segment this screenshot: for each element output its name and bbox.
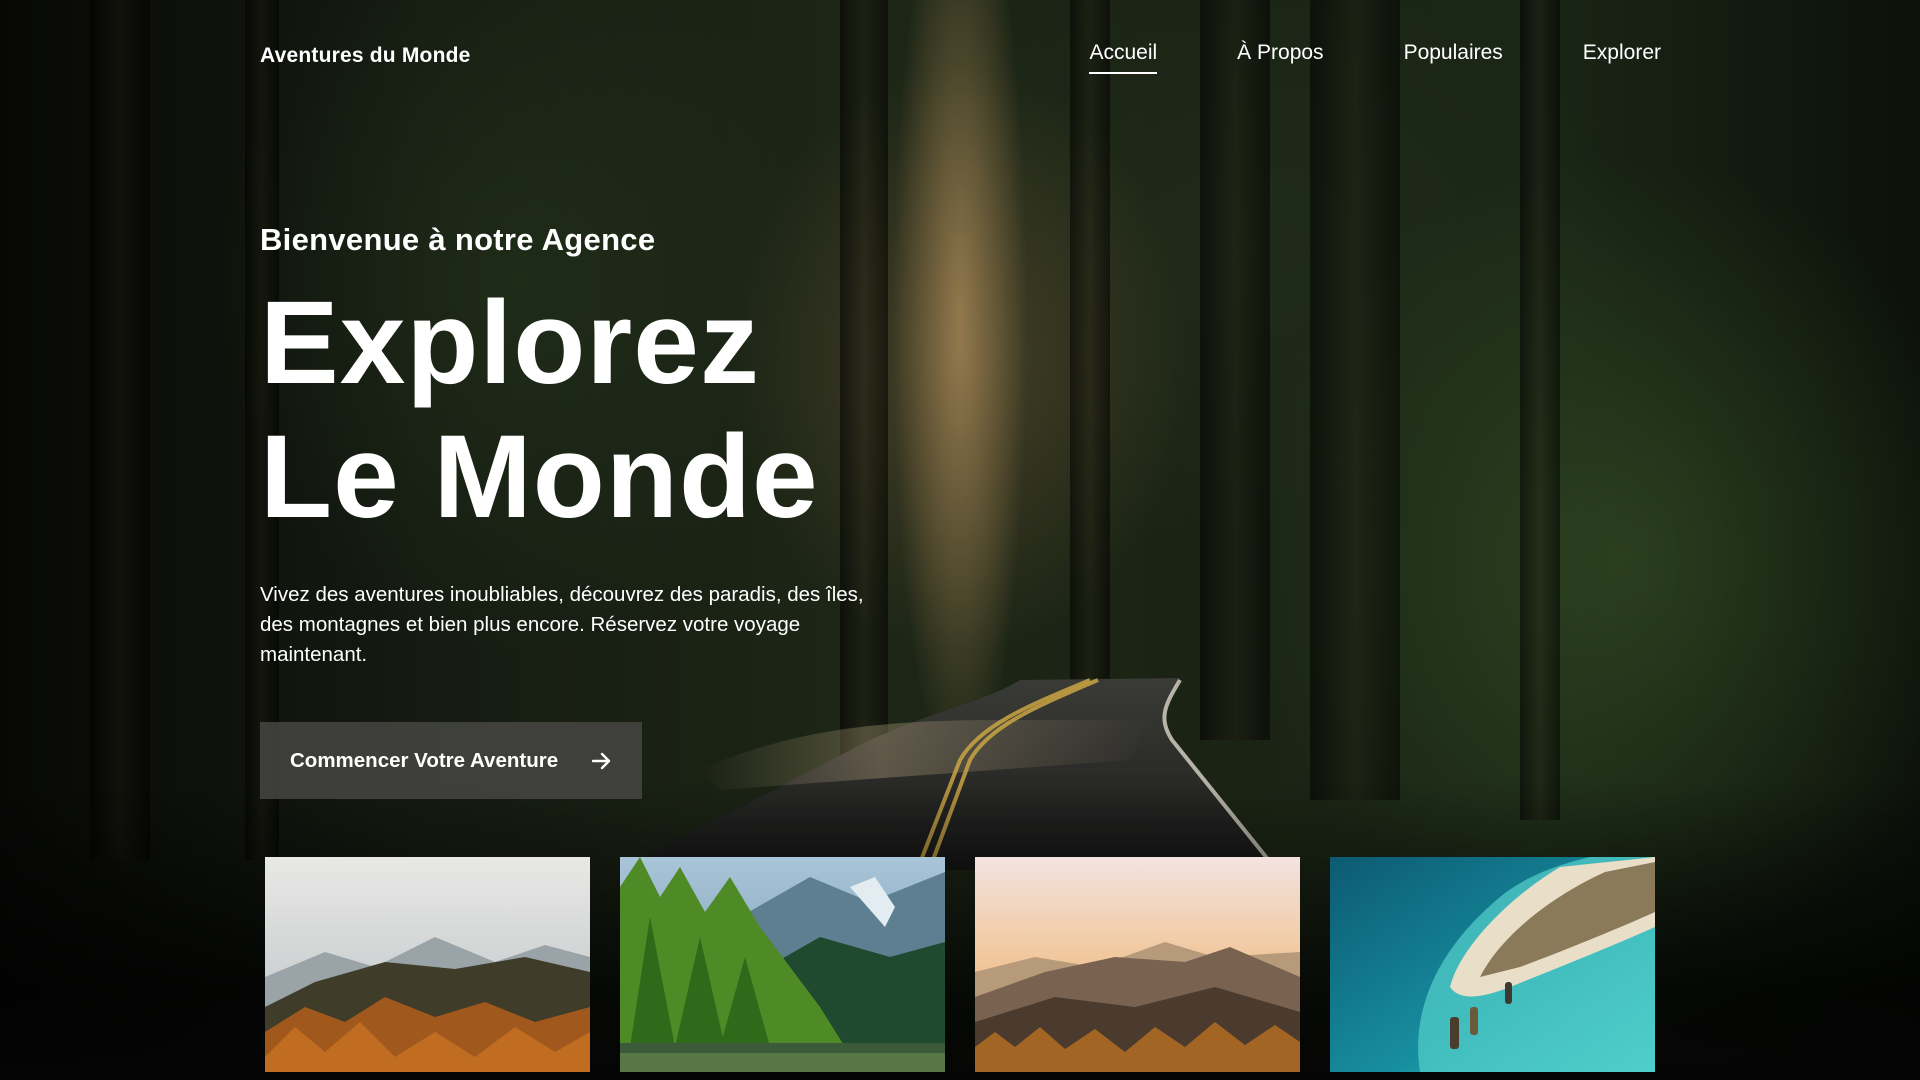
nav-links: Accueil À Propos Populaires Explorer xyxy=(1089,41,1661,74)
start-adventure-label: Commencer Votre Aventure xyxy=(290,748,559,772)
nav-link-accueil[interactable]: Accueil xyxy=(1089,41,1157,74)
sunset-mountain-photo[interactable] xyxy=(975,857,1300,1072)
brand-logo-text[interactable]: Aventures du Monde xyxy=(260,44,471,68)
destination-gallery xyxy=(265,857,1655,1072)
hero-headline: Explorez Le Monde xyxy=(260,276,960,544)
hero-section: Bienvenue à notre Agence Explorez Le Mon… xyxy=(260,222,960,799)
top-navigation: Aventures du Monde Accueil À Propos Popu… xyxy=(260,36,1661,76)
tropical-island-photo[interactable] xyxy=(1330,857,1655,1072)
start-adventure-button[interactable]: Commencer Votre Aventure xyxy=(260,722,643,799)
autumn-mountain-photo[interactable] xyxy=(265,857,590,1072)
nav-link-a-propos[interactable]: À Propos xyxy=(1237,41,1323,71)
hero-description: Vivez des aventures inoubliables, découv… xyxy=(260,583,864,666)
pine-lake-photo[interactable] xyxy=(620,857,945,1072)
nav-link-explorer[interactable]: Explorer xyxy=(1583,41,1661,71)
hero-headline-line-1: Explorez xyxy=(260,277,760,409)
hero-headline-line-2: Le Monde xyxy=(260,411,819,543)
arrow-right-icon xyxy=(592,752,612,770)
hero-kicker: Bienvenue à notre Agence xyxy=(260,222,656,257)
nav-link-populaires[interactable]: Populaires xyxy=(1404,41,1503,71)
